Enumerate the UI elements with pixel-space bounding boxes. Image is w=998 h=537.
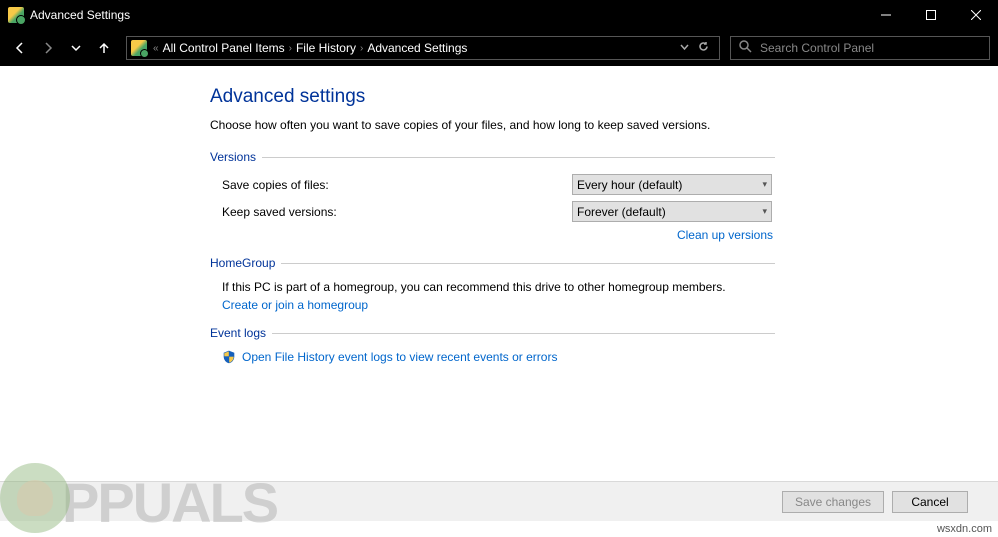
keep-versions-select[interactable]: Forever (default) ▾ [572,201,772,222]
versions-group: Versions Save copies of files: Every hou… [210,150,775,242]
save-changes-button[interactable]: Save changes [782,491,884,513]
breadcrumb-prefix: « [153,43,159,54]
save-copies-label: Save copies of files: [222,178,572,192]
content-area: Advanced settings Choose how often you w… [0,66,998,364]
site-credit: wsxdn.com [937,523,992,535]
page-description: Choose how often you want to save copies… [210,118,998,132]
cancel-button[interactable]: Cancel [892,491,968,513]
shield-icon [222,350,236,364]
divider [262,157,775,158]
save-copies-select[interactable]: Every hour (default) ▾ [572,174,772,195]
homegroup-text: If this PC is part of a homegroup, you c… [222,280,775,294]
chevron-down-icon: ▾ [762,179,767,190]
forward-button[interactable] [36,36,60,60]
minimize-button[interactable] [863,0,908,30]
homegroup-group: HomeGroup If this PC is part of a homegr… [210,256,775,312]
create-join-homegroup-link[interactable]: Create or join a homegroup [222,298,368,312]
maximize-button[interactable] [908,0,953,30]
breadcrumb-item[interactable]: File History [296,41,356,55]
navbar: « All Control Panel Items › File History… [0,30,998,66]
chevron-right-icon: › [360,43,363,54]
window-controls [863,0,998,30]
search-icon [739,40,760,56]
keep-versions-value: Forever (default) [577,205,666,219]
page-title: Advanced settings [210,86,998,108]
homegroup-header: HomeGroup [210,256,281,270]
divider [281,263,775,264]
eventlogs-header: Event logs [210,326,272,340]
address-bar[interactable]: « All Control Panel Items › File History… [126,36,720,60]
keep-versions-label: Keep saved versions: [222,205,572,219]
chevron-right-icon: › [289,43,292,54]
search-input[interactable] [760,41,981,55]
window-title: Advanced Settings [30,8,863,22]
back-button[interactable] [8,36,32,60]
recent-locations-button[interactable] [64,36,88,60]
chevron-down-icon: ▾ [762,206,767,217]
breadcrumb: « All Control Panel Items › File History… [153,41,679,55]
location-icon [131,40,147,56]
versions-header: Versions [210,150,262,164]
divider [272,333,775,334]
breadcrumb-item[interactable]: All Control Panel Items [163,41,285,55]
open-event-logs-link[interactable]: Open File History event logs to view rec… [242,350,557,364]
address-dropdown-icon[interactable] [679,41,690,55]
up-button[interactable] [92,36,116,60]
save-copies-value: Every hour (default) [577,178,682,192]
eventlogs-group: Event logs Open File History event logs … [210,326,775,364]
refresh-icon[interactable] [698,41,709,55]
search-box[interactable] [730,36,990,60]
footer: Save changes Cancel [0,481,998,521]
close-button[interactable] [953,0,998,30]
titlebar: Advanced Settings [0,0,998,30]
app-icon [8,7,24,23]
breadcrumb-item[interactable]: Advanced Settings [367,41,467,55]
cleanup-versions-link[interactable]: Clean up versions [677,228,773,242]
